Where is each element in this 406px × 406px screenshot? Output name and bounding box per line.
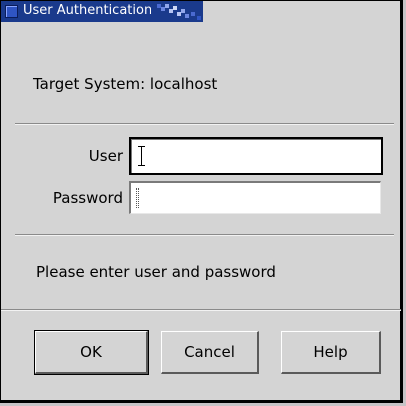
status-message: Please enter user and password <box>36 263 276 281</box>
ok-button[interactable]: OK <box>34 330 149 375</box>
user-label: User <box>88 147 123 165</box>
title-bar-decoration <box>151 1 247 22</box>
title-bar[interactable]: User Authentication <box>1 1 247 22</box>
text-caret-icon <box>136 188 139 208</box>
separator-top <box>15 123 394 125</box>
password-input[interactable] <box>129 181 381 214</box>
text-cursor-icon <box>138 146 145 166</box>
help-button[interactable]: Help <box>281 331 381 374</box>
password-label: Password <box>52 189 123 207</box>
auth-dialog-window: User Authentication Target System: local… <box>0 0 403 403</box>
target-system-label: Target System: localhost <box>33 75 218 93</box>
separator-bottom <box>15 234 394 236</box>
title-bar-empty-area <box>247 1 400 22</box>
window-icon[interactable] <box>5 5 18 18</box>
cancel-button[interactable]: Cancel <box>161 331 259 374</box>
window-title: User Authentication <box>23 3 153 18</box>
user-input[interactable] <box>129 137 383 175</box>
